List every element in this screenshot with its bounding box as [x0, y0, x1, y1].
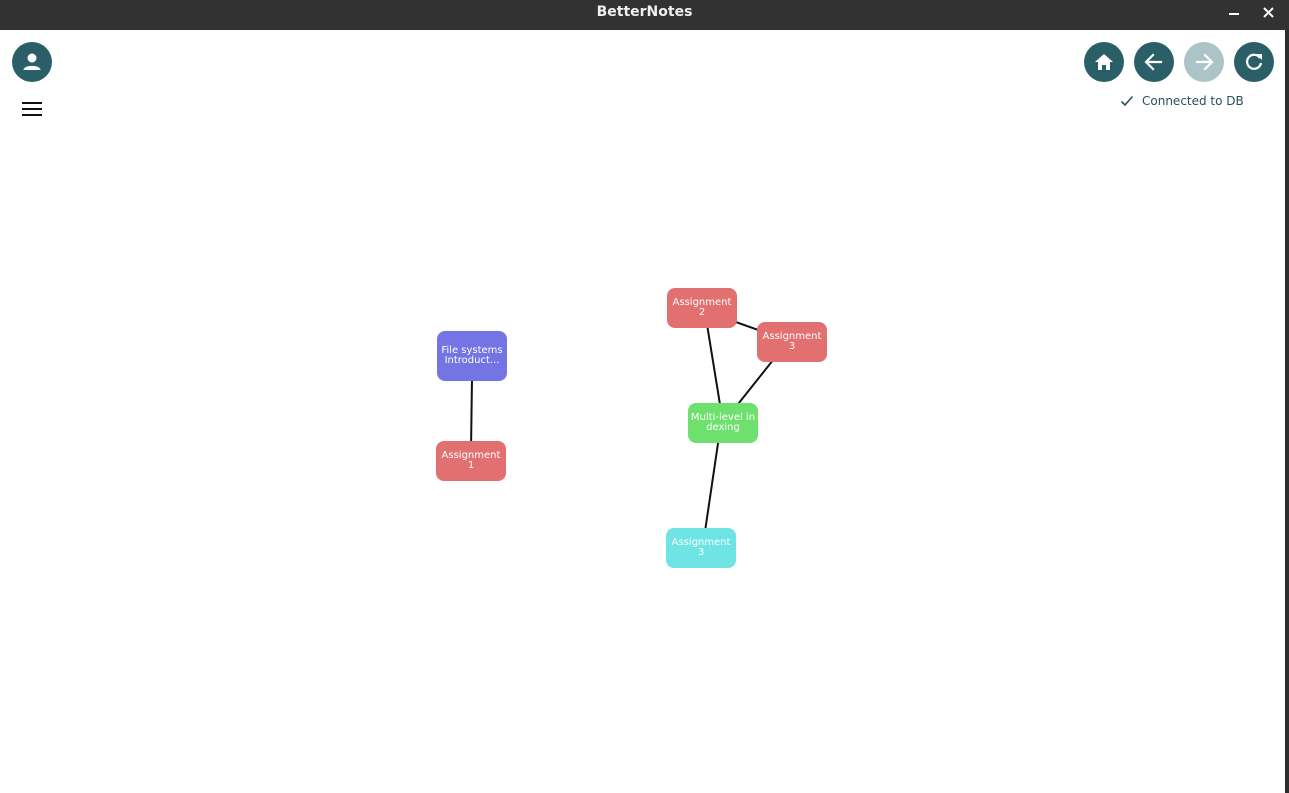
- graph-node[interactable]: Assignment 3: [757, 322, 827, 362]
- minimize-icon: [1229, 13, 1239, 15]
- account-button[interactable]: [12, 42, 52, 82]
- forward-button[interactable]: [1184, 42, 1224, 82]
- home-button[interactable]: [1084, 42, 1124, 82]
- graph-node[interactable]: Assignment 1: [436, 441, 506, 481]
- minimize-button[interactable]: [1223, 2, 1245, 24]
- app-window: BetterNotes Connected to DB File systems…: [0, 0, 1289, 793]
- close-icon: [1263, 7, 1274, 18]
- title-bar: BetterNotes: [0, 0, 1289, 30]
- graph-node-label: File systems Introduct...: [441, 345, 503, 366]
- close-button[interactable]: [1257, 2, 1279, 24]
- check-icon: [1120, 95, 1134, 107]
- graph-node[interactable]: Assignment 2: [667, 288, 737, 328]
- hamburger-menu-icon: [22, 108, 42, 110]
- arrow-left-icon: [1144, 53, 1163, 71]
- graph-node-label: Multi-level indexing: [690, 412, 756, 433]
- graph-node[interactable]: Assignment 3: [666, 528, 736, 568]
- menu-button[interactable]: [18, 98, 46, 120]
- graph-edges: [470, 309, 793, 546]
- hamburger-menu-icon: [22, 102, 42, 104]
- window-title: BetterNotes: [596, 4, 693, 20]
- graph-node[interactable]: Multi-level indexing: [688, 403, 758, 443]
- graph-node-label: Assignment 3: [671, 537, 731, 558]
- graph-node-label: Assignment 1: [441, 450, 501, 471]
- graph-node-label: Assignment 3: [762, 331, 822, 352]
- refresh-icon: [1246, 53, 1263, 70]
- graph-edge: [470, 377, 473, 451]
- hamburger-menu-icon: [22, 114, 42, 116]
- db-status-text: Connected to DB: [1142, 94, 1244, 108]
- graph-node-label: Assignment 2: [672, 297, 732, 318]
- graph-node[interactable]: File systems Introduct...: [437, 331, 507, 381]
- window-border: [1285, 30, 1289, 793]
- account-icon: [23, 53, 41, 70]
- arrow-right-icon: [1195, 53, 1214, 71]
- refresh-button[interactable]: [1234, 42, 1274, 82]
- home-icon: [1095, 54, 1113, 70]
- back-button[interactable]: [1134, 42, 1174, 82]
